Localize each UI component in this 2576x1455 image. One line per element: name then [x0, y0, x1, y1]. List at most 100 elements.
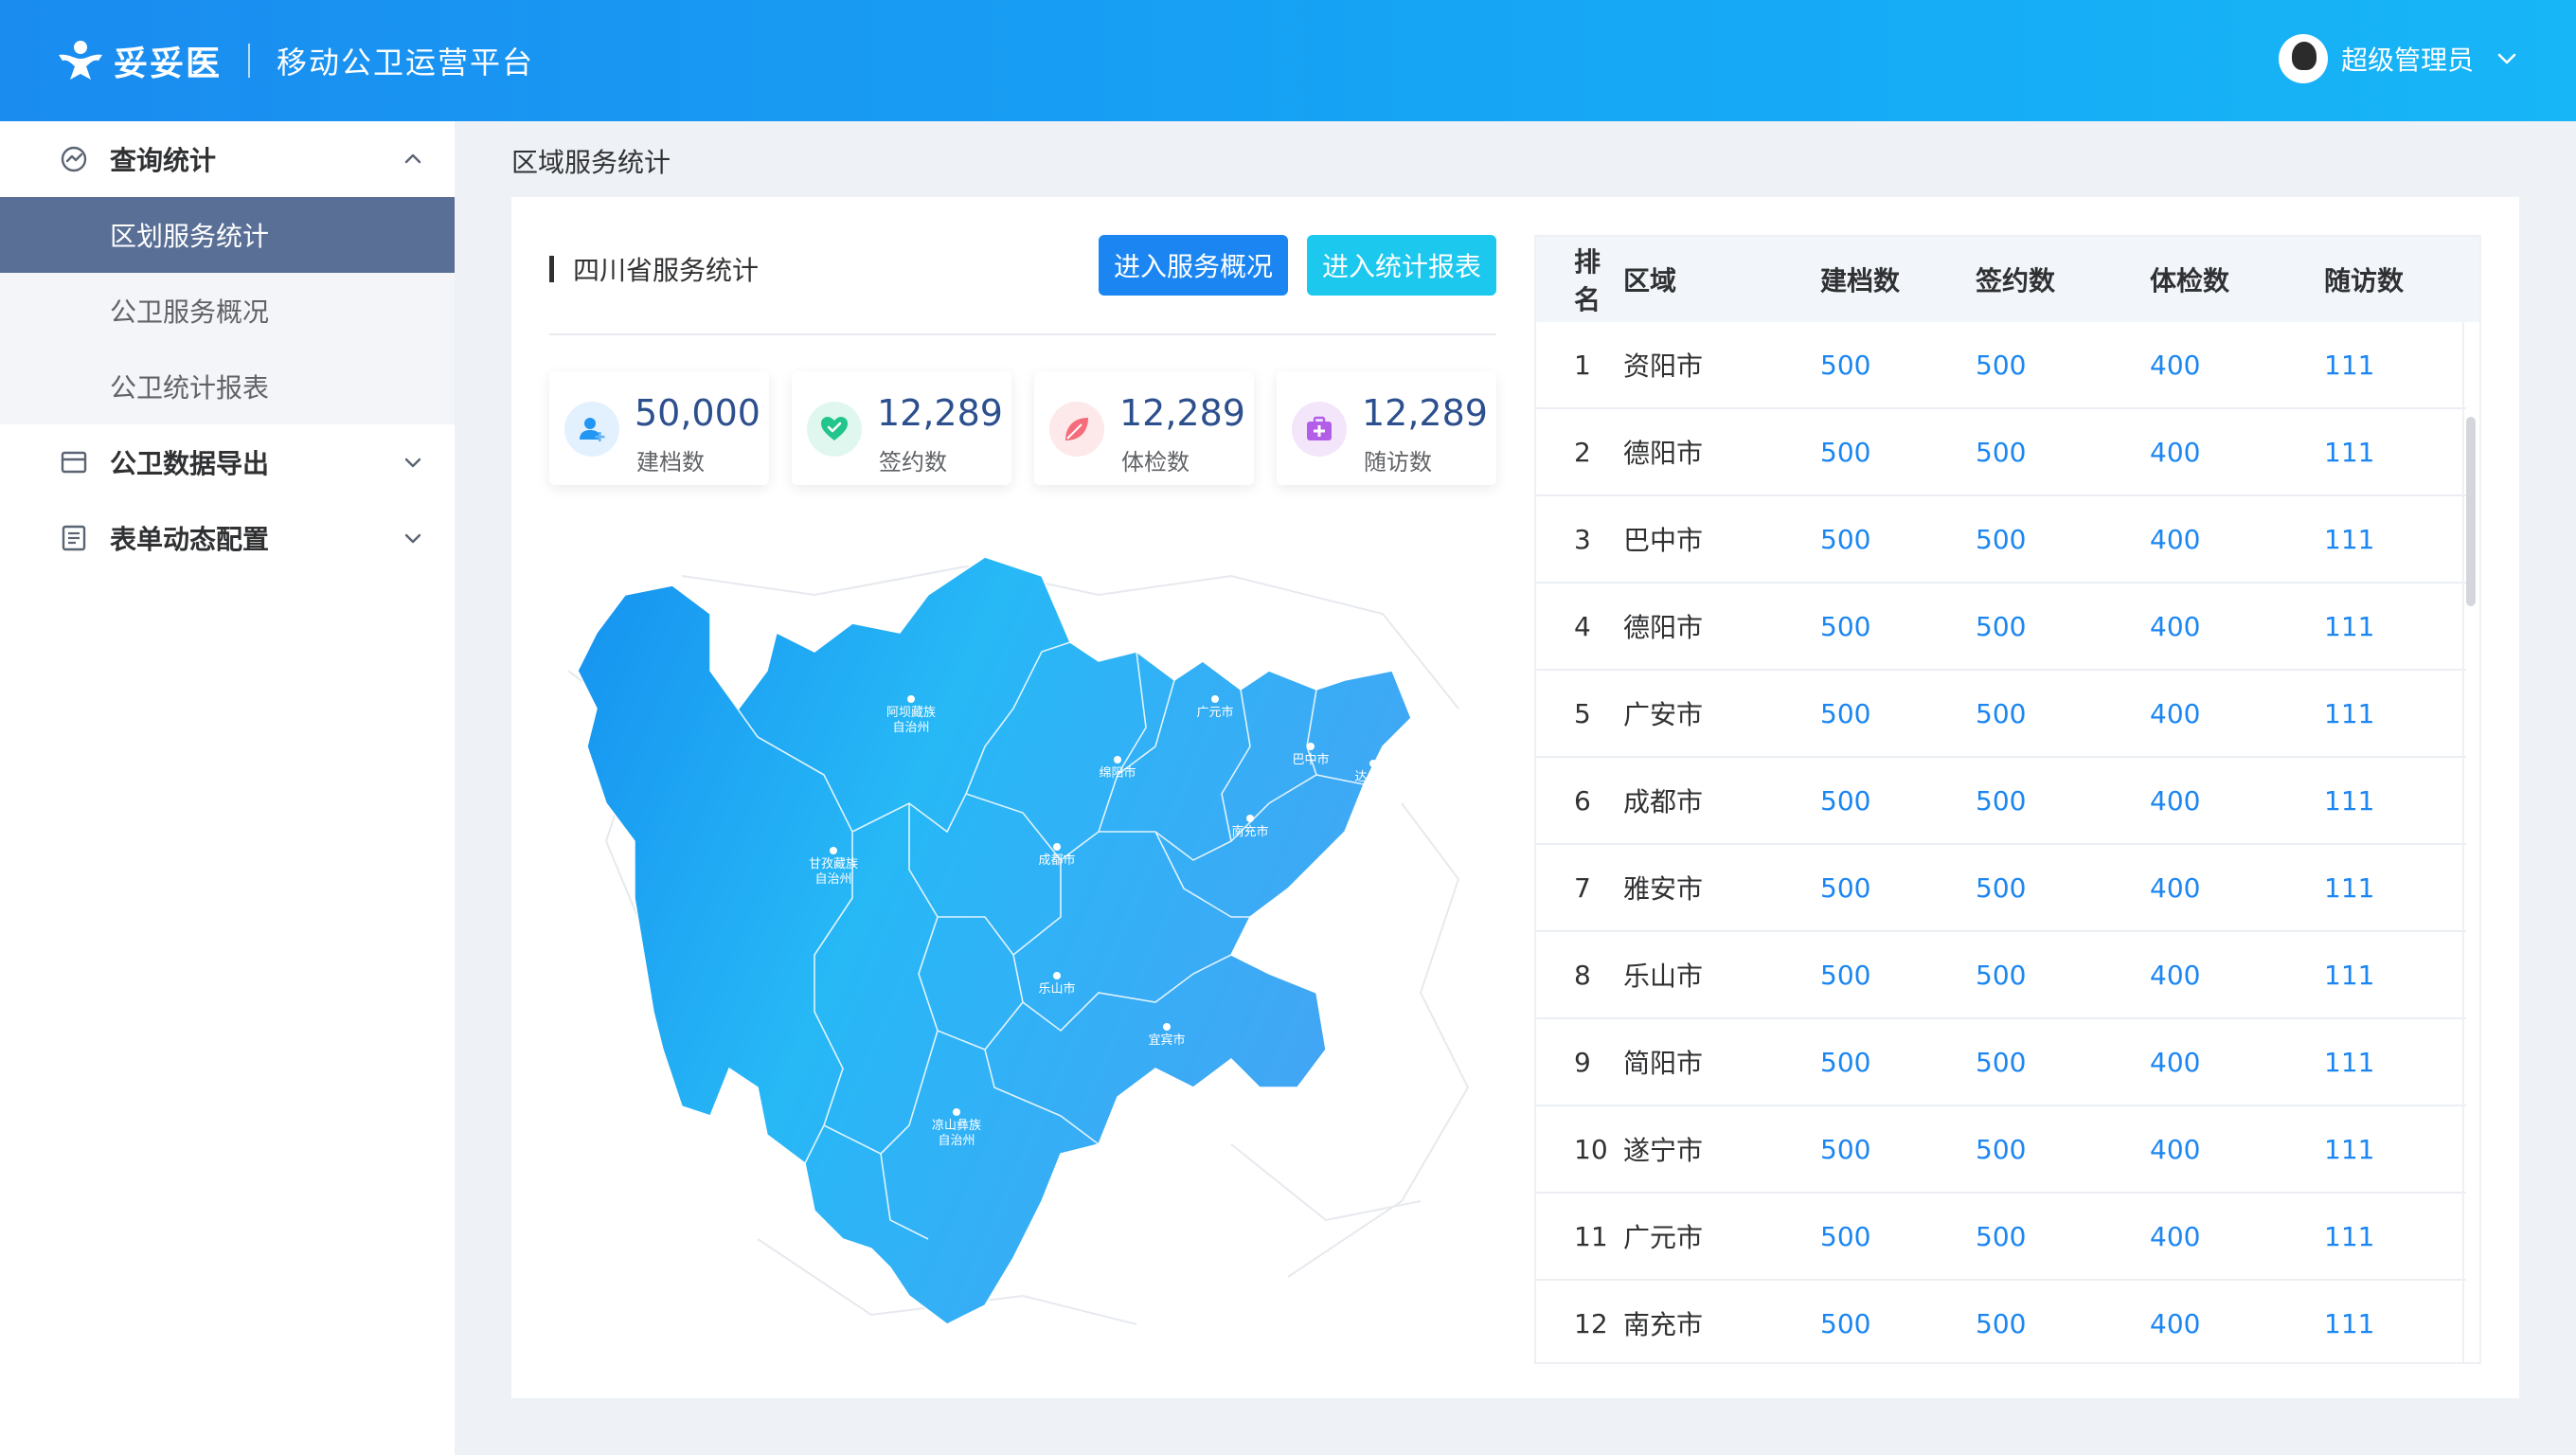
cell-exam[interactable]: 400: [2150, 611, 2324, 642]
cell-exam[interactable]: 400: [2150, 785, 2324, 817]
sidebar-item-service-overview[interactable]: 公卫服务概况: [0, 273, 455, 349]
table-row: 3 巴中市 500 500 400 111: [1536, 496, 2466, 584]
cell-exam[interactable]: 400: [2150, 1221, 2324, 1252]
cell-region: 广安市: [1623, 699, 1704, 730]
cell-signed[interactable]: 500: [1976, 1221, 2150, 1252]
cell-signed[interactable]: 500: [1976, 437, 2150, 468]
cell-followup[interactable]: 111: [2324, 437, 2466, 468]
map-label: 绵阳市: [1099, 765, 1136, 781]
cell-exam[interactable]: 400: [2150, 524, 2324, 555]
menu-group-data-export[interactable]: 公卫数据导出: [0, 424, 455, 500]
cell-exam[interactable]: 400: [2150, 1308, 2324, 1339]
cell-rank: 11: [1574, 1220, 1608, 1252]
cell-followup[interactable]: 111: [2324, 524, 2466, 555]
cell-exam[interactable]: 400: [2150, 1047, 2324, 1078]
cell-records[interactable]: 500: [1820, 785, 1976, 817]
cell-followup[interactable]: 111: [2324, 350, 2466, 381]
cell-region: 雅安市: [1623, 873, 1704, 905]
map-label: 南充市: [1231, 824, 1268, 839]
cell-signed[interactable]: 500: [1976, 350, 2150, 381]
cell-signed[interactable]: 500: [1976, 1047, 2150, 1078]
chevron-down-icon[interactable]: [2495, 46, 2519, 71]
leaf-icon: [1049, 402, 1104, 457]
menu-group-label: 表单动态配置: [110, 524, 270, 555]
cell-region: 遂宁市: [1623, 1135, 1704, 1166]
scrollbar-thumb[interactable]: [2466, 417, 2476, 606]
cell-followup[interactable]: 111: [2324, 698, 2466, 729]
cell-rank: 3: [1574, 523, 1591, 555]
heart-check-icon: [807, 402, 862, 457]
main-panel: 四川省服务统计 进入服务概况 进入统计报表 50,000 建档数 12,289 …: [511, 197, 2519, 1398]
cell-records[interactable]: 500: [1820, 1221, 1976, 1252]
cell-followup[interactable]: 111: [2324, 611, 2466, 642]
cell-records[interactable]: 500: [1820, 1047, 1976, 1078]
cell-records[interactable]: 500: [1820, 872, 1976, 904]
chevron-up-icon[interactable]: [400, 146, 426, 172]
table-row: 6 成都市 500 500 400 111: [1536, 758, 2466, 845]
cell-exam[interactable]: 400: [2150, 437, 2324, 468]
cell-exam[interactable]: 400: [2150, 698, 2324, 729]
stat-value: 50,000: [635, 392, 760, 434]
cell-records[interactable]: 500: [1820, 1134, 1976, 1165]
stat-card-followup: 12,289 随访数: [1277, 371, 1496, 485]
cell-records[interactable]: 500: [1820, 437, 1976, 468]
cell-followup[interactable]: 111: [2324, 872, 2466, 904]
map-province-shape[interactable]: [577, 557, 1412, 1325]
menu-group-label: 公卫数据导出: [110, 448, 270, 479]
cell-records[interactable]: 500: [1820, 698, 1976, 729]
menu-group-query-stats[interactable]: 查询统计: [0, 121, 455, 197]
ranking-table: 排名 区域 建档数 签约数 体检数 随访数 1 资阳市 500 500 400 111 2 德…: [1534, 235, 2481, 1364]
cell-exam[interactable]: 400: [2150, 872, 2324, 904]
cell-records[interactable]: 500: [1820, 1308, 1976, 1339]
table-row: 7 雅安市 500 500 400 111: [1536, 845, 2466, 932]
cell-signed[interactable]: 500: [1976, 872, 2150, 904]
col-signed: 签约数: [1976, 265, 2056, 296]
map-label: 自治州: [814, 872, 851, 887]
chevron-down-icon[interactable]: [400, 525, 426, 551]
cell-signed[interactable]: 500: [1976, 524, 2150, 555]
cell-followup[interactable]: 111: [2324, 1308, 2466, 1339]
menu-group-form-config[interactable]: 表单动态配置: [0, 500, 455, 576]
cell-rank: 1: [1574, 349, 1591, 381]
header-divider: [248, 44, 251, 78]
cell-region: 德阳市: [1623, 438, 1704, 469]
stat-label: 签约数: [879, 449, 947, 476]
map-label: 凉山彝族: [932, 1118, 981, 1133]
user-menu[interactable]: 超级管理员: [2278, 34, 2519, 83]
cell-signed[interactable]: 500: [1976, 698, 2150, 729]
avatar[interactable]: [2278, 34, 2328, 83]
document-icon: [62, 525, 86, 551]
cell-signed[interactable]: 500: [1976, 960, 2150, 991]
cell-signed[interactable]: 500: [1976, 611, 2150, 642]
cell-records[interactable]: 500: [1820, 960, 1976, 991]
stat-label: 建档数: [636, 449, 705, 476]
table-row: 5 广安市 500 500 400 111: [1536, 671, 2466, 758]
cell-exam[interactable]: 400: [2150, 350, 2324, 381]
cell-exam[interactable]: 400: [2150, 960, 2324, 991]
cell-followup[interactable]: 111: [2324, 960, 2466, 991]
chevron-down-icon[interactable]: [400, 449, 426, 476]
cell-signed[interactable]: 500: [1976, 1134, 2150, 1165]
cell-followup[interactable]: 111: [2324, 1221, 2466, 1252]
cell-region: 资阳市: [1623, 350, 1704, 382]
cell-records[interactable]: 500: [1820, 350, 1976, 381]
cell-rank: 5: [1574, 697, 1591, 729]
sichuan-map[interactable]: 阿坝藏族 自治州 甘孜藏族 自治州 凉山彝族 自治州 绵阳市 广元市 巴中市 达…: [568, 557, 1477, 1334]
cell-followup[interactable]: 111: [2324, 1134, 2466, 1165]
service-overview-button[interactable]: 进入服务概况: [1099, 235, 1288, 296]
sidebar-item-stat-report[interactable]: 公卫统计报表: [0, 349, 455, 424]
user-name[interactable]: 超级管理员: [2341, 40, 2474, 78]
cell-records[interactable]: 500: [1820, 611, 1976, 642]
col-region: 区域: [1623, 265, 1677, 296]
cell-followup[interactable]: 111: [2324, 785, 2466, 817]
stat-report-button[interactable]: 进入统计报表: [1307, 235, 1496, 296]
cell-followup[interactable]: 111: [2324, 1047, 2466, 1078]
cell-signed[interactable]: 500: [1976, 1308, 2150, 1339]
map-label: 阿坝藏族: [886, 705, 936, 720]
cell-exam[interactable]: 400: [2150, 1134, 2324, 1165]
cell-records[interactable]: 500: [1820, 524, 1976, 555]
cell-region: 德阳市: [1623, 612, 1704, 643]
cell-signed[interactable]: 500: [1976, 785, 2150, 817]
sidebar-item-region-stats[interactable]: 区划服务统计: [0, 197, 455, 273]
table-row: 8 乐山市 500 500 400 111: [1536, 932, 2466, 1019]
